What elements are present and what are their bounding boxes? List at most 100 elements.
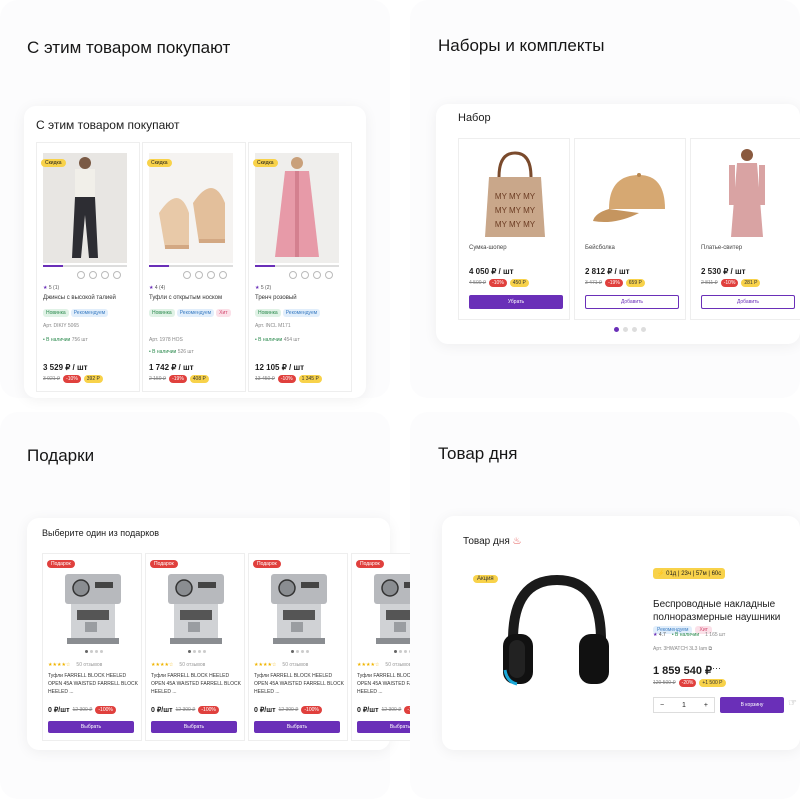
- stock-status: • В наличии 756 шт: [43, 337, 88, 343]
- quantity-value[interactable]: 1: [682, 702, 686, 709]
- discount-badge: -19%: [605, 279, 623, 287]
- image-dots[interactable]: [188, 650, 206, 653]
- dot-active[interactable]: [614, 327, 619, 332]
- set-image-bag[interactable]: MY MY MY MY MY MY MY MY MY: [469, 147, 561, 239]
- bonus-badge: 1 345 Р: [298, 375, 322, 383]
- product-tags: Новинка Рекомендуем Хит: [149, 309, 243, 317]
- product-card[interactable]: Скидка ★ 5 (2) Тренч розовый Новинка Рек…: [248, 142, 352, 392]
- compare-icon[interactable]: [183, 271, 191, 279]
- dot[interactable]: [623, 327, 628, 332]
- gift-card[interactable]: Подарок ★★★★☆ 50 отзывов Туфли FARRELL BLOC…: [145, 553, 245, 741]
- set-item-price: 2 530 ₽ / шт: [701, 267, 746, 276]
- add-button[interactable]: Добавить: [585, 295, 679, 309]
- choose-gift-button[interactable]: Выбрать: [254, 721, 340, 733]
- svg-text:MY MY MY: MY MY MY: [495, 206, 536, 215]
- price-details: 4 500 ₽ -10% 450 Р: [469, 279, 529, 287]
- dot[interactable]: [632, 327, 637, 332]
- gift-price: 0 ₽/шт: [357, 707, 379, 714]
- set-item-name[interactable]: Бейсболка: [585, 245, 615, 251]
- more-icon[interactable]: ···: [712, 663, 721, 673]
- gift-name[interactable]: Туфли FARRELL BLOCK HEELED OPEN 45A WAIS…: [48, 672, 138, 696]
- product-name[interactable]: Тренч розовый: [255, 295, 347, 301]
- product-name[interactable]: Джинсы с высокой талией: [43, 295, 135, 301]
- image-progress: [149, 265, 233, 267]
- product-actions[interactable]: [183, 271, 227, 279]
- set-image-dress[interactable]: [701, 147, 793, 239]
- deal-price-details: 120 500 ₽ -20% +1 500 Р: [653, 679, 726, 687]
- remove-button[interactable]: Убрать: [469, 295, 563, 309]
- tag-hit: Хит: [216, 309, 231, 317]
- quantity-stepper[interactable]: − 1 +: [653, 697, 715, 713]
- product-image-sandals[interactable]: [149, 153, 233, 263]
- heart-icon[interactable]: [301, 271, 309, 279]
- increment-button[interactable]: +: [704, 702, 708, 709]
- cart-icon[interactable]: [325, 271, 333, 279]
- cart-icon[interactable]: [113, 271, 121, 279]
- compare-icon[interactable]: [77, 271, 85, 279]
- heart-icon[interactable]: [89, 271, 97, 279]
- discount-badge: -100%: [301, 706, 322, 714]
- product-rating: ★ 4 (4): [149, 285, 166, 291]
- image-dots[interactable]: [85, 650, 103, 653]
- gift-name[interactable]: Туфли FARRELL BLOCK HEELED OPEN 45A WAIS…: [151, 672, 241, 696]
- dot[interactable]: [641, 327, 646, 332]
- gift-name[interactable]: Туфли FARRELL BLOCK HEELED OPEN 45A WAIS…: [254, 672, 344, 696]
- image-dots[interactable]: [291, 650, 309, 653]
- product-rating: ★ 5 (1): [43, 285, 60, 291]
- coffee-machine-image[interactable]: [267, 570, 331, 646]
- product-actions[interactable]: [77, 271, 121, 279]
- coffee-machine-image[interactable]: [61, 570, 125, 646]
- gift-badge: Подарок: [356, 560, 384, 568]
- decrement-button[interactable]: −: [660, 702, 664, 709]
- set-item[interactable]: Платье-свитер 2 530 ₽ / шт 2 811 ₽ -10% …: [690, 138, 800, 320]
- product-actions[interactable]: [289, 271, 333, 279]
- set-item-name[interactable]: Сумка-шопер: [469, 245, 507, 251]
- compare-icon[interactable]: [289, 271, 297, 279]
- product-rating: ★ 5 (2): [255, 285, 272, 291]
- heart-icon[interactable]: [195, 271, 203, 279]
- card-title-set: Набор: [458, 112, 491, 124]
- set-item-name[interactable]: Платье-свитер: [701, 245, 742, 251]
- product-card[interactable]: Скидка ★ 4 (4) Туфли с открытым носком Н…: [142, 142, 246, 392]
- stock-status: • В наличии 526 шт: [149, 349, 194, 355]
- old-price: 3 471 ₽: [585, 280, 603, 286]
- product-price: 1 742 ₽ / шт: [149, 363, 194, 372]
- bonus-badge: 450 Р: [509, 279, 529, 287]
- section-title-gifts: Подарки: [27, 446, 95, 465]
- choose-gift-button[interactable]: Выбрать: [151, 721, 237, 733]
- eye-icon[interactable]: [101, 271, 109, 279]
- gift-badge: Подарок: [150, 560, 178, 568]
- gift-price: 0 ₽/шт: [151, 707, 173, 714]
- product-name[interactable]: Туфли с открытым носком: [149, 295, 241, 301]
- product-article: Арт. 1978 HOS: [149, 337, 183, 343]
- old-price: 12 300 ₽: [278, 707, 299, 713]
- copy-icon[interactable]: ⧉: [709, 646, 713, 652]
- discount-badge: -20%: [678, 679, 697, 687]
- product-tags: Новинка Рекомендуем: [43, 309, 137, 317]
- add-to-cart-button[interactable]: В корзину: [720, 697, 784, 713]
- price-details: 2 150 ₽ -19% 408 Р: [149, 375, 209, 383]
- deal-price: 1 859 540 ₽: [653, 665, 712, 677]
- gift-rating: ★★★★☆ 50 отзывов: [254, 662, 309, 668]
- set-image-cap[interactable]: [585, 147, 677, 239]
- discount-badge: -19%: [169, 375, 187, 383]
- coffee-machine-image[interactable]: [164, 570, 228, 646]
- eye-icon[interactable]: [207, 271, 215, 279]
- gift-card[interactable]: Подарок ★★★★☆ 50 отзывов Туфли FARRELL BLOC…: [42, 553, 142, 741]
- cart-icon[interactable]: [219, 271, 227, 279]
- deal-product-name[interactable]: Беспроводные накладные полноразмерные на…: [653, 598, 798, 624]
- set-item[interactable]: MY MY MY MY MY MY MY MY MY Сумка-шопер 4…: [458, 138, 570, 320]
- carousel-dots[interactable]: [614, 327, 646, 332]
- discount-badge: -10%: [277, 375, 296, 383]
- eye-icon[interactable]: [313, 271, 321, 279]
- headphones-image[interactable]: [495, 570, 615, 700]
- product-image-trench[interactable]: [255, 153, 339, 263]
- gift-card[interactable]: Подарок ★★★★☆ 50 отзывов Туфли FARRELL BLOC…: [248, 553, 348, 741]
- product-image-jeans[interactable]: [43, 153, 127, 263]
- set-item[interactable]: Бейсболка 2 812 ₽ / шт 3 471 ₽ -19% 659 …: [574, 138, 686, 320]
- gift-price-details: 0 ₽/шт12 300 ₽-100%: [48, 706, 116, 714]
- product-card[interactable]: Скидка ★ 5 (1) Джинсы с высокой талией Н…: [36, 142, 140, 392]
- choose-gift-button[interactable]: Выбрать: [48, 721, 134, 733]
- old-price: 12 300 ₽: [381, 707, 402, 713]
- add-button[interactable]: Добавить: [701, 295, 795, 309]
